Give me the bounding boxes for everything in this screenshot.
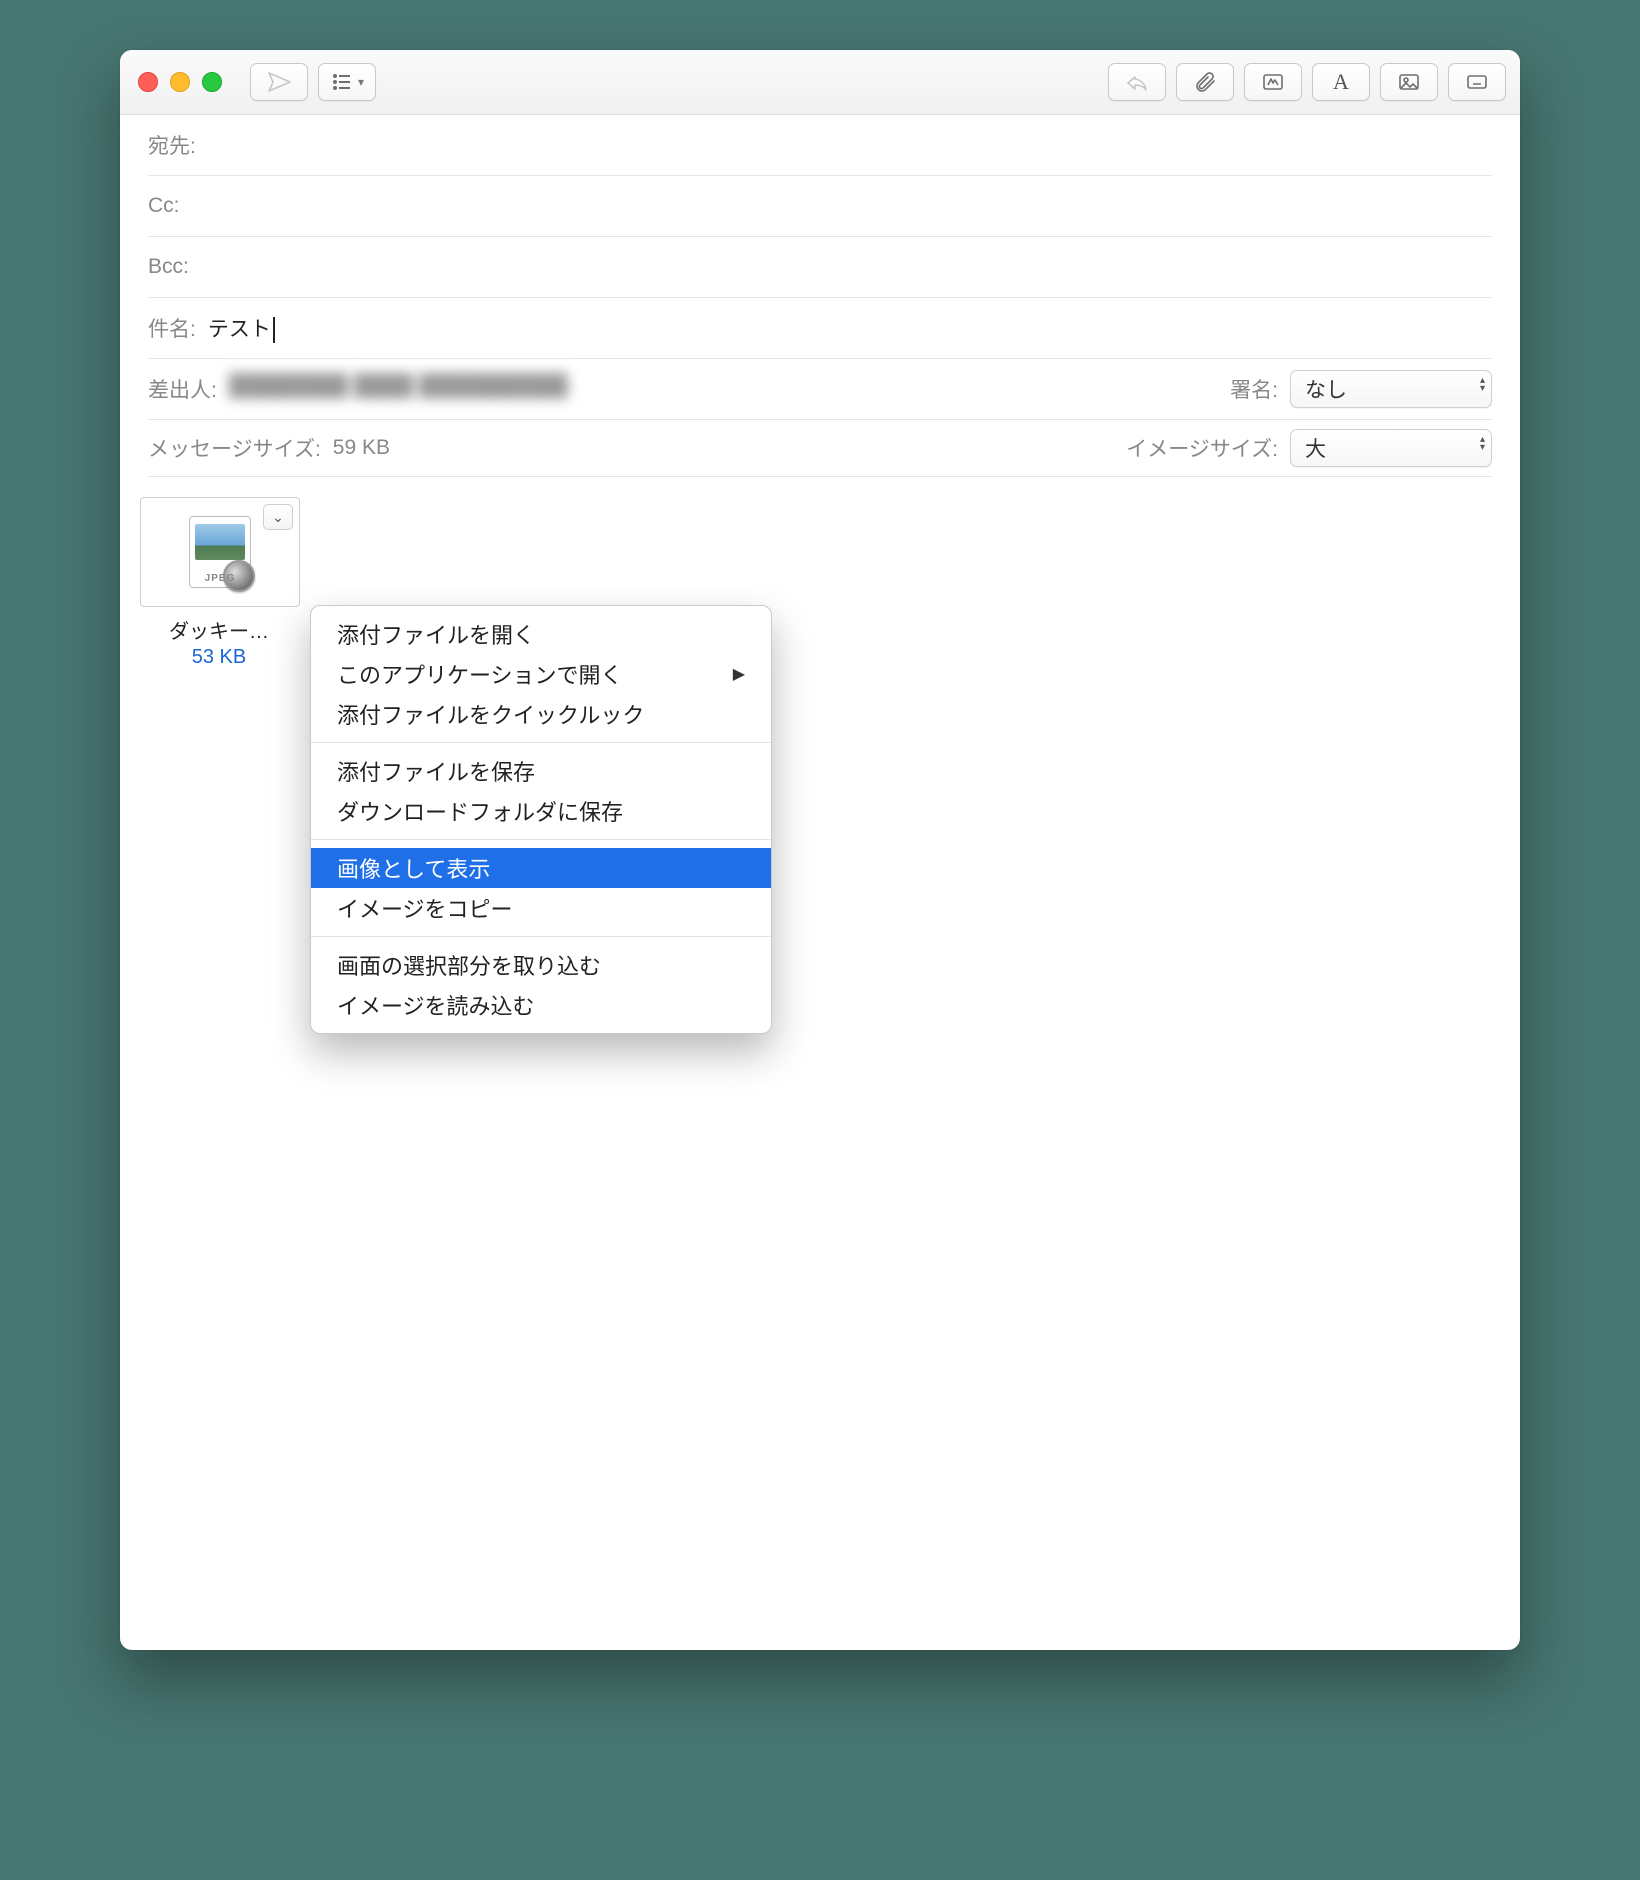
attachment-menu-button[interactable]: ⌄ [263, 504, 293, 530]
menu-open-attachment[interactable]: 添付ファイルを開く [311, 614, 771, 654]
signature-value: なし [1305, 374, 1347, 404]
reply-arrow-icon [1125, 70, 1149, 94]
subject-label: 件名: [148, 313, 196, 343]
emoji-button[interactable] [1448, 63, 1506, 101]
to-input[interactable] [208, 130, 1492, 160]
paper-plane-icon [267, 70, 291, 94]
bcc-input[interactable] [201, 252, 1492, 282]
menu-save-downloads[interactable]: ダウンロードフォルダに保存 [311, 791, 771, 831]
format-button[interactable]: A [1312, 63, 1370, 101]
file-type-badge: JPEG [189, 573, 251, 584]
close-window-button[interactable] [138, 72, 158, 92]
subject-row[interactable]: 件名: テスト [148, 298, 1492, 359]
minimize-window-button[interactable] [170, 72, 190, 92]
window-controls [138, 72, 222, 92]
attachment-filename: ダッキー… [140, 615, 298, 644]
stepper-icon: ▴▾ [1480, 381, 1485, 397]
toolbar-right: A [1108, 63, 1506, 101]
attachment-thumbnail[interactable]: JPEG ⌄ [140, 497, 300, 607]
header-fields-button[interactable]: ▾ [318, 63, 376, 101]
signature-select[interactable]: なし ▴▾ [1290, 370, 1492, 408]
from-row: 差出人: ████████ ████ ██████████ 署名: なし ▴▾ [148, 359, 1492, 420]
submenu-arrow-icon: ▶ [733, 664, 745, 684]
letter-a-icon: A [1333, 69, 1349, 95]
from-label: 差出人: [148, 374, 217, 404]
cc-label: Cc: [148, 194, 180, 218]
meta-row: メッセージサイズ: 59 KB イメージサイズ: 大 ▴▾ [148, 420, 1492, 477]
chevron-down-icon: ▾ [358, 75, 364, 89]
paperclip-icon [1193, 70, 1217, 94]
cc-row[interactable]: Cc: [148, 176, 1492, 237]
menu-import-image[interactable]: イメージを読み込む [311, 985, 771, 1025]
attachment-context-menu: 添付ファイルを開く このアプリケーションで開く ▶ 添付ファイルをクイックルック… [310, 605, 772, 1034]
jpeg-file-icon: JPEG [189, 516, 251, 588]
message-size-label: メッセージサイズ: [148, 433, 321, 463]
menu-save-attachment[interactable]: 添付ファイルを保存 [311, 751, 771, 791]
photo-icon [1397, 70, 1421, 94]
list-icon [330, 70, 354, 94]
menu-show-as-image[interactable]: 画像として表示 [311, 848, 771, 888]
menu-separator [311, 936, 771, 937]
zoom-window-button[interactable] [202, 72, 222, 92]
photo-browser-button[interactable] [1380, 63, 1438, 101]
cc-input[interactable] [192, 191, 1493, 221]
menu-copy-image[interactable]: イメージをコピー [311, 888, 771, 928]
markup-button[interactable] [1244, 63, 1302, 101]
subject-input[interactable]: テスト [208, 313, 1492, 343]
subject-value: テスト [208, 318, 271, 341]
menu-open-with[interactable]: このアプリケーションで開く ▶ [311, 654, 771, 694]
to-row[interactable]: 宛先: [148, 115, 1492, 176]
to-label: 宛先: [148, 130, 196, 160]
image-size-select[interactable]: 大 ▴▾ [1290, 429, 1492, 467]
menu-capture-selection[interactable]: 画面の選択部分を取り込む [311, 945, 771, 985]
reply-button[interactable] [1108, 63, 1166, 101]
chevron-down-icon: ⌄ [272, 509, 284, 526]
titlebar: ▾ A [120, 50, 1520, 115]
message-body[interactable]: JPEG ⌄ ダッキー… 53 KB 添付ファイルを開く このアプリケーションで… [120, 477, 1520, 1650]
stepper-icon: ▴▾ [1480, 440, 1485, 456]
send-button[interactable] [250, 63, 308, 101]
signature-label: 署名: [1230, 374, 1278, 404]
from-value[interactable]: ████████ ████ ██████████ [229, 374, 1218, 404]
compose-window: ▾ A 宛先: [120, 50, 1520, 1650]
markup-icon [1261, 70, 1285, 94]
keyboard-icon [1465, 70, 1489, 94]
bcc-row[interactable]: Bcc: [148, 237, 1492, 298]
image-size-label: イメージサイズ: [1126, 433, 1278, 463]
attach-button[interactable] [1176, 63, 1234, 101]
menu-separator [311, 742, 771, 743]
header-fields: 宛先: Cc: Bcc: 件名: テスト 差出人: ████████ ████ … [120, 115, 1520, 477]
image-size-value: 大 [1305, 433, 1326, 463]
bcc-label: Bcc: [148, 255, 189, 279]
menu-separator [311, 839, 771, 840]
attachment-filesize: 53 KB [140, 646, 298, 669]
menu-quicklook[interactable]: 添付ファイルをクイックルック [311, 694, 771, 734]
text-cursor [273, 317, 275, 343]
message-size-value: 59 KB [333, 436, 390, 460]
attachment[interactable]: JPEG ⌄ ダッキー… 53 KB [140, 497, 298, 669]
